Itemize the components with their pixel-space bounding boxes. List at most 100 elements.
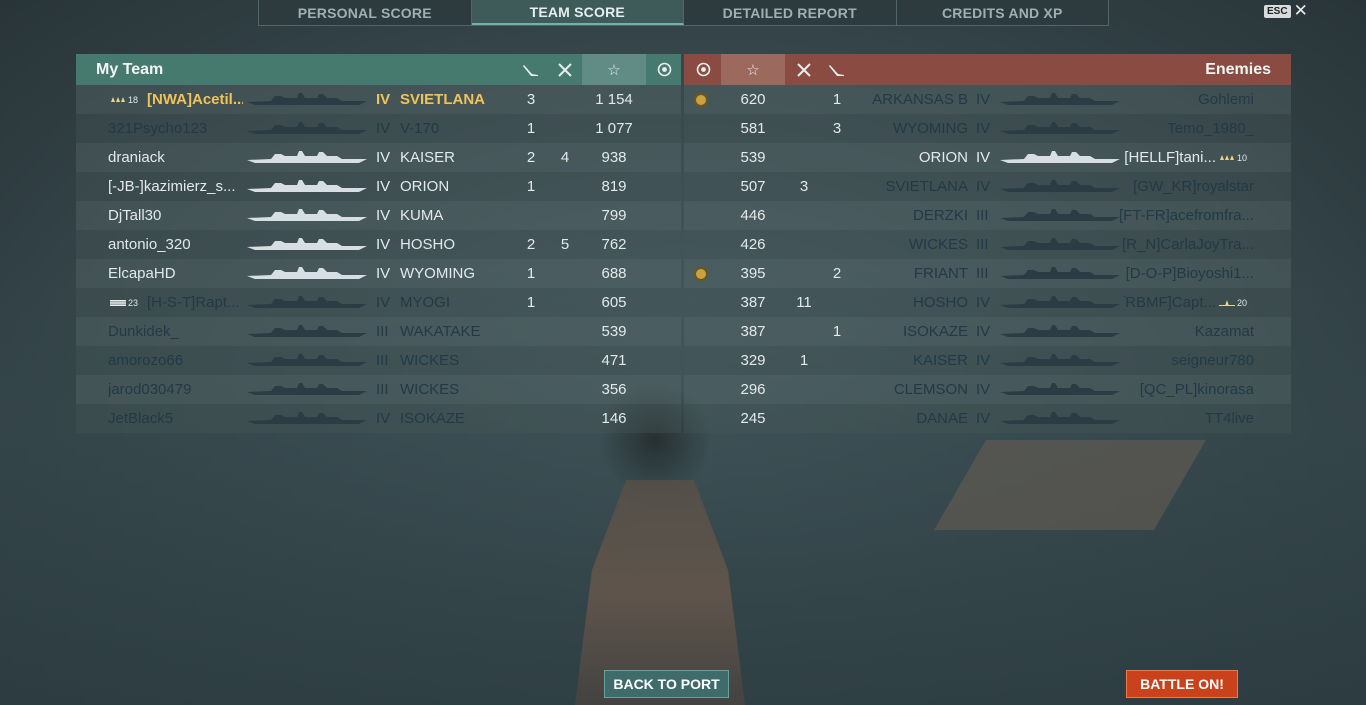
score-value: 387	[740, 323, 766, 340]
enemy-row[interactable]: 245 DANAE IV TT4live	[684, 404, 1291, 433]
close-button[interactable]: ESC ✕	[1264, 2, 1308, 19]
tab-credits-and-xp[interactable]: CREDITS AND XP	[897, 0, 1109, 25]
team-row[interactable]: [-JB-]kazimierz_s... IV ORION 1 819	[76, 172, 681, 201]
player-name[interactable]: [QC_PL]kinorasa	[1120, 375, 1254, 404]
plane-kills: 11	[796, 294, 812, 311]
player-name[interactable]: ElcapaHD	[108, 259, 243, 288]
plane-kills	[553, 375, 577, 404]
ship-name: SVIETLANA	[885, 178, 968, 195]
score-value: 620	[740, 91, 766, 108]
player-name[interactable]: [R_N]CarlaJoyTra...	[1120, 230, 1254, 259]
enemy-row[interactable]: 395 2 FRIANT III [D-O-P]Bioyoshi1...	[684, 259, 1291, 288]
torpedo-kills: 3	[832, 120, 842, 137]
enemy-row[interactable]: 387 11 HOSHO IV [RBMF]Capt... 20	[684, 288, 1291, 317]
player-name[interactable]: amorozo66	[108, 346, 243, 375]
team-row[interactable]: draniack IV KAISER 2 4 938	[76, 143, 681, 172]
plane-kills: 1	[799, 352, 809, 369]
team-row[interactable]: 18 [NWA]Acetil... IV SVIETLANA 3 1 154	[76, 85, 681, 114]
player-name[interactable]: [H-S-T]Rapt...	[147, 288, 243, 317]
player-name[interactable]: TT4live	[1120, 404, 1254, 433]
ship-tier: IV	[976, 352, 991, 369]
tab-personal-score[interactable]: PERSONAL SCORE	[259, 0, 472, 25]
player-name[interactable]: antonio_320	[108, 230, 243, 259]
team-row[interactable]: Dunkidek_ III WAKATAKE 539	[76, 317, 681, 346]
tab-detailed-report[interactable]: DETAILED REPORT	[684, 0, 897, 25]
player-name[interactable]: [FT-FR]acefromfra...	[1120, 201, 1254, 230]
ship-silhouette-icon	[247, 121, 367, 135]
ship-name: ISOKAZE	[400, 410, 466, 427]
torpedo-kills	[519, 404, 543, 433]
team-row[interactable]: DjTall30 IV KUMA 799	[76, 201, 681, 230]
ship-name: HOSHO	[912, 294, 968, 311]
plane-kills	[792, 143, 816, 172]
player-name[interactable]: DjTall30	[108, 201, 243, 230]
ship-silhouette-icon	[1000, 295, 1120, 309]
score-value: 819	[601, 178, 627, 195]
player-name[interactable]: Gohlemi	[1120, 85, 1254, 114]
score-value: 507	[740, 178, 766, 195]
enemy-row[interactable]: 426 WICKES III [R_N]CarlaJoyTra...	[684, 230, 1291, 259]
team-row[interactable]: JetBlack5 IV ISOKAZE 146	[76, 404, 681, 433]
rank-badge: 18	[110, 85, 148, 114]
ship-silhouette-icon	[247, 324, 367, 338]
rank-badge: 23	[110, 288, 148, 317]
enemy-row[interactable]: 446 DERZKI III [FT-FR]acefromfra...	[684, 201, 1291, 230]
player-name[interactable]: Dunkidek_	[108, 317, 243, 346]
team-row[interactable]: 23 [H-S-T]Rapt... IV MYOGI 1 605	[76, 288, 681, 317]
ship-tier: IV	[976, 323, 991, 340]
player-name[interactable]: Temo_1980_	[1120, 114, 1254, 143]
plane-kills	[553, 346, 577, 375]
enemy-row[interactable]: 387 1 ISOKAZE IV Kazamat	[684, 317, 1291, 346]
ship-tier: IV	[376, 178, 391, 195]
torpedo-kills: 1	[832, 323, 842, 340]
medal-icon	[694, 259, 710, 288]
ship-name: WICKES	[400, 381, 460, 398]
torpedo-kills	[825, 172, 849, 201]
player-name[interactable]: [RBMF]Capt...	[1124, 288, 1216, 317]
torpedo-kills	[519, 375, 543, 404]
enemy-row[interactable]: 296 CLEMSON IV [QC_PL]kinorasa	[684, 375, 1291, 404]
rank-badge: 20	[1219, 288, 1257, 317]
ship-tier: III	[376, 352, 389, 369]
ship-name: MYOGI	[400, 294, 451, 311]
score-value: 539	[740, 149, 766, 166]
player-name[interactable]: Kazamat	[1120, 317, 1254, 346]
ship-tier: III	[376, 381, 389, 398]
team-row[interactable]: amorozo66 III WICKES 471	[76, 346, 681, 375]
enemy-row[interactable]: 539 ORION IV [HELLF]tani... 10	[684, 143, 1291, 172]
player-name[interactable]: [GW_KR]royalstar	[1120, 172, 1254, 201]
player-name[interactable]: jarod030479	[108, 375, 243, 404]
ship-name: KAISER	[400, 149, 456, 166]
ship-tier: IV	[976, 91, 991, 108]
torpedo-kills: 1	[526, 120, 536, 137]
plane-kills	[553, 259, 577, 288]
rank-level: 23	[128, 297, 139, 308]
close-icon[interactable]: ✕	[1294, 2, 1308, 19]
back-to-port-button[interactable]: BACK TO PORT	[604, 670, 729, 698]
ship-name: ORION	[918, 149, 968, 166]
player-name[interactable]: JetBlack5	[108, 404, 243, 433]
player-name[interactable]: [NWA]Acetil...	[147, 85, 243, 114]
battle-on-button[interactable]: BATTLE ON!	[1126, 670, 1238, 698]
team-row[interactable]: 321Psycho123 IV V-170 1 1 077	[76, 114, 681, 143]
player-name[interactable]: seigneur780	[1120, 346, 1254, 375]
enemy-row[interactable]: 507 3 SVIETLANA IV [GW_KR]royalstar	[684, 172, 1291, 201]
torpedo-icon	[825, 54, 849, 85]
ship-silhouette-icon	[1000, 411, 1120, 425]
player-name[interactable]: [D-O-P]Bioyoshi1...	[1120, 259, 1254, 288]
team-row[interactable]: antonio_320 IV HOSHO 2 5 762	[76, 230, 681, 259]
ship-tier: IV	[376, 120, 391, 137]
team-row[interactable]: jarod030479 III WICKES 356	[76, 375, 681, 404]
player-name[interactable]: [HELLF]tani...	[1124, 143, 1216, 172]
score-value: 245	[740, 410, 766, 427]
torpedo-kills	[825, 404, 849, 433]
enemy-row[interactable]: 329 1 KAISER IV seigneur780	[684, 346, 1291, 375]
score-value: 426	[740, 236, 766, 253]
team-row[interactable]: ElcapaHD IV WYOMING 1 688	[76, 259, 681, 288]
tab-team-score[interactable]: TEAM SCORE	[471, 0, 684, 25]
player-name[interactable]: draniack	[108, 143, 243, 172]
player-name[interactable]: 321Psycho123	[108, 114, 243, 143]
enemy-row[interactable]: 581 3 WYOMING IV Temo_1980_	[684, 114, 1291, 143]
player-name[interactable]: [-JB-]kazimierz_s...	[108, 172, 243, 201]
enemy-row[interactable]: 620 1 ARKANSAS B IV Gohlemi	[684, 85, 1291, 114]
